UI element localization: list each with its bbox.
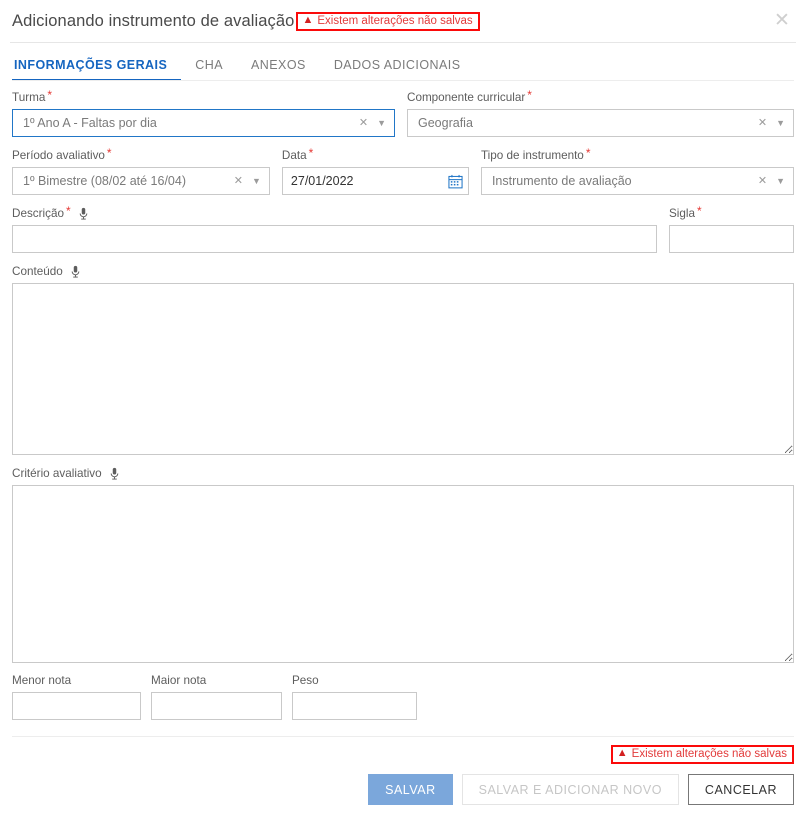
- microphone-icon[interactable]: [109, 467, 120, 481]
- label-data: Data *: [281, 146, 314, 162]
- required-marker: *: [585, 146, 591, 160]
- tab-bar-divider: [12, 80, 794, 81]
- unsaved-changes-badge-header: ▲ Existem alterações não salvas: [296, 11, 480, 31]
- criterio-avaliativo-textarea[interactable]: [12, 485, 794, 663]
- descricao-input[interactable]: [12, 225, 657, 253]
- chevron-down-icon[interactable]: ▼: [776, 176, 785, 186]
- field-group-descricao: Descrição *: [12, 204, 657, 253]
- add-assessment-instrument-modal: Adicionando instrumento de avaliação ▲ E…: [0, 0, 806, 821]
- microphone-icon[interactable]: [70, 265, 81, 279]
- tipo-instrumento-value: Instrumento de avaliação: [491, 174, 632, 188]
- sigla-input[interactable]: [669, 225, 794, 253]
- field-group-turma: Turma * 1º Ano A - Faltas por dia ✕ ▼: [12, 88, 395, 137]
- label-componente-curricular: Componente curricular *: [407, 88, 532, 104]
- chevron-down-icon[interactable]: ▼: [252, 176, 261, 186]
- close-icon[interactable]: ✕: [770, 8, 794, 32]
- clear-icon[interactable]: ✕: [758, 175, 767, 187]
- menor-nota-input[interactable]: [12, 692, 141, 720]
- required-marker: *: [65, 204, 71, 218]
- componente-curricular-value: Geografia: [418, 116, 473, 130]
- cancel-button[interactable]: CANCELAR: [687, 774, 794, 805]
- field-group-data: Data *: [281, 146, 469, 195]
- field-group-sigla: Sigla *: [669, 204, 794, 253]
- warning-triangle-icon: ▲: [616, 747, 628, 759]
- field-group-componente-curricular: Componente curricular * Geografia ✕ ▼: [407, 88, 794, 137]
- clear-icon[interactable]: ✕: [234, 175, 243, 187]
- clear-icon[interactable]: ✕: [758, 117, 767, 129]
- clear-icon[interactable]: ✕: [359, 117, 368, 129]
- label-sigla: Sigla *: [669, 204, 702, 220]
- peso-input[interactable]: [292, 692, 417, 720]
- save-and-add-new-button[interactable]: SALVAR E ADICIONAR NOVO: [461, 774, 679, 805]
- required-marker: *: [47, 88, 53, 102]
- save-button[interactable]: SALVAR: [368, 774, 453, 805]
- unsaved-changes-badge-footer: ▲ Existem alterações não salvas: [610, 745, 794, 764]
- chevron-down-icon[interactable]: ▼: [776, 118, 785, 128]
- tipo-instrumento-select[interactable]: Instrumento de avaliação ✕ ▼: [480, 167, 794, 195]
- field-group-peso: Peso: [292, 674, 417, 720]
- required-marker: *: [308, 146, 314, 160]
- tab-bar: INFORMAÇÕES GERAIS CHA ANEXOS DADOS ADIC…: [0, 43, 806, 81]
- calendar-icon[interactable]: [443, 167, 469, 195]
- periodo-avaliativo-value: 1º Bimestre (08/02 até 16/04): [23, 174, 186, 188]
- warning-triangle-icon: ▲: [302, 13, 314, 26]
- tab-informacoes-gerais[interactable]: INFORMAÇÕES GERAIS: [12, 58, 182, 81]
- data-input[interactable]: [281, 167, 444, 195]
- tab-dados-adicionais[interactable]: DADOS ADICIONAIS: [320, 58, 475, 81]
- page-title: Adicionando instrumento de avaliação: [12, 11, 295, 30]
- label-descricao: Descrição *: [12, 204, 657, 221]
- label-maior-nota: Maior nota: [151, 674, 207, 687]
- label-peso: Peso: [292, 674, 319, 687]
- conteudo-textarea[interactable]: [12, 283, 794, 455]
- maior-nota-input[interactable]: [151, 692, 282, 720]
- required-marker: *: [527, 88, 532, 102]
- microphone-icon[interactable]: [78, 207, 89, 221]
- required-marker: *: [697, 204, 702, 218]
- tab-anexos[interactable]: ANEXOS: [237, 58, 320, 81]
- field-group-conteudo: Conteúdo: [12, 265, 794, 455]
- tab-cha[interactable]: CHA: [181, 58, 237, 81]
- componente-curricular-select[interactable]: Geografia ✕ ▼: [407, 109, 794, 137]
- periodo-avaliativo-select[interactable]: 1º Bimestre (08/02 até 16/04) ✕ ▼: [12, 167, 270, 195]
- required-marker: *: [106, 146, 112, 160]
- label-periodo-avaliativo: Período avaliativo *: [12, 146, 112, 162]
- label-tipo-instrumento: Tipo de instrumento *: [480, 146, 591, 162]
- unsaved-changes-text: Existem alterações não salvas: [317, 14, 473, 27]
- label-turma: Turma *: [12, 88, 53, 104]
- chevron-down-icon[interactable]: ▼: [377, 118, 386, 128]
- label-menor-nota: Menor nota: [12, 674, 72, 687]
- modal-header: Adicionando instrumento de avaliação ▲ E…: [0, 0, 806, 42]
- label-conteudo: Conteúdo: [12, 265, 794, 279]
- turma-select[interactable]: 1º Ano A - Faltas por dia ✕ ▼: [12, 109, 395, 137]
- field-group-maior-nota: Maior nota: [151, 674, 282, 720]
- form-body: Turma * 1º Ano A - Faltas por dia ✕ ▼ Co…: [0, 88, 806, 720]
- field-group-periodo-avaliativo: Período avaliativo * 1º Bimestre (08/02 …: [12, 146, 270, 195]
- field-group-criterio-avaliativo: Critério avaliativo: [12, 467, 794, 663]
- field-group-tipo-instrumento: Tipo de instrumento * Instrumento de ava…: [480, 146, 794, 195]
- label-criterio-avaliativo: Critério avaliativo: [12, 467, 794, 481]
- unsaved-changes-text: Existem alterações não salvas: [631, 748, 787, 760]
- modal-footer: ▲ Existem alterações não salvas SALVAR S…: [0, 737, 806, 805]
- turma-value: 1º Ano A - Faltas por dia: [23, 116, 157, 130]
- field-group-menor-nota: Menor nota: [12, 674, 141, 720]
